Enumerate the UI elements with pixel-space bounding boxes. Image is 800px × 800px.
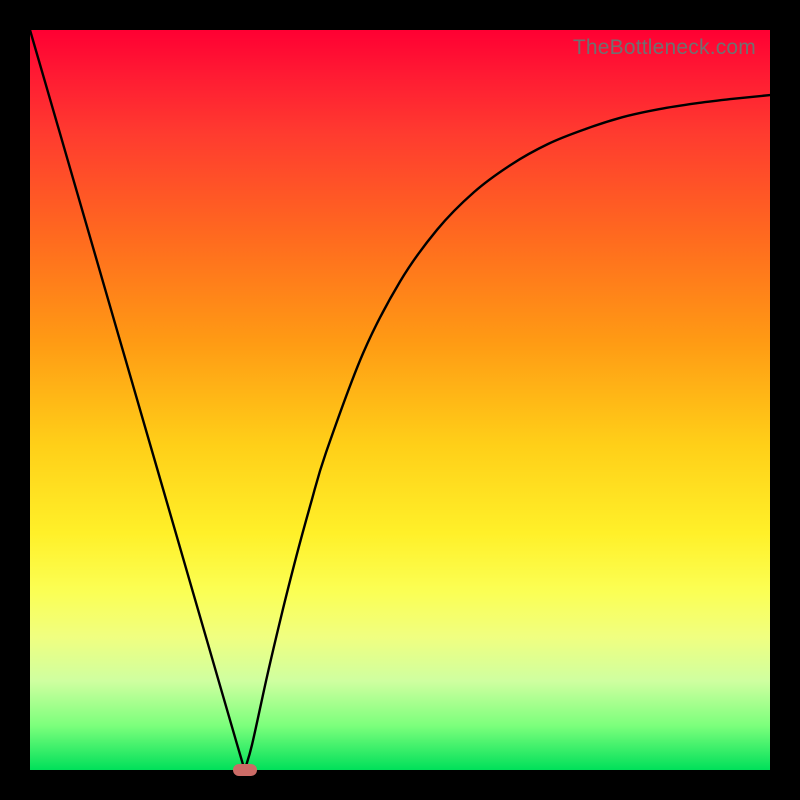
- chart-frame: TheBottleneck.com: [0, 0, 800, 800]
- bottleneck-curve: [30, 30, 770, 770]
- curve-layer: [30, 30, 770, 770]
- plot-area: TheBottleneck.com: [30, 30, 770, 770]
- min-marker: [233, 764, 257, 776]
